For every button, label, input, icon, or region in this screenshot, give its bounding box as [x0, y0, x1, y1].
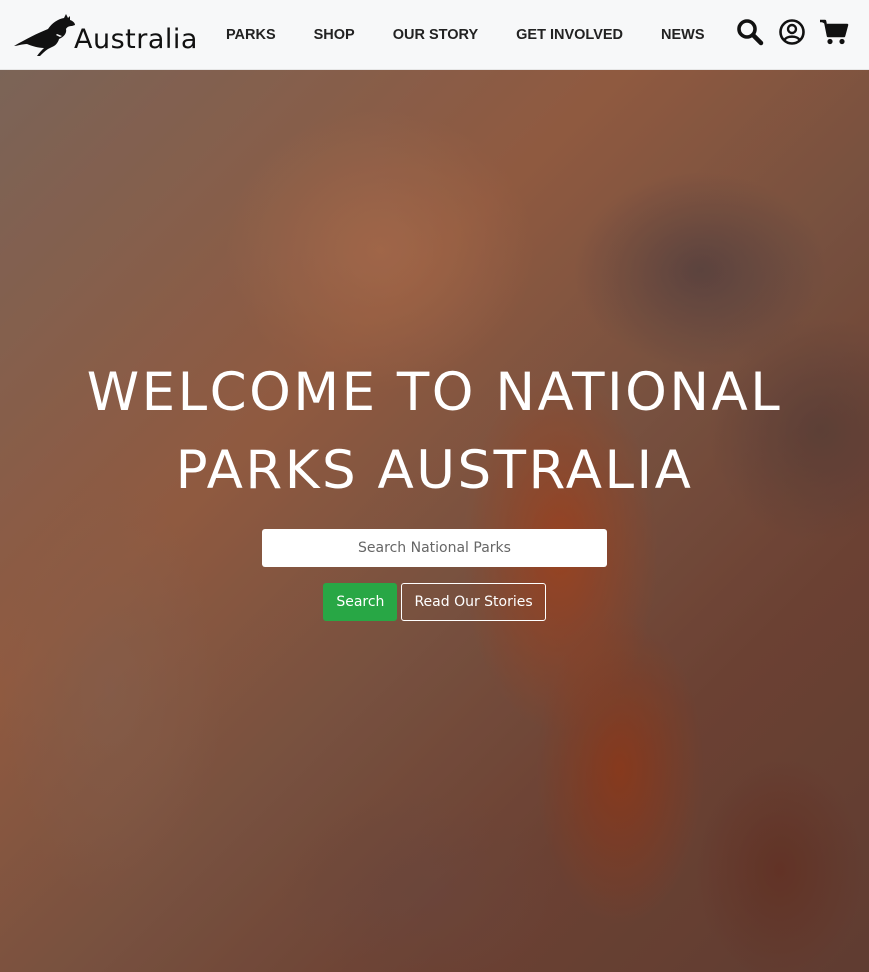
nav-link-shop[interactable]: SHOP	[314, 27, 355, 43]
hero-background-image	[0, 70, 869, 972]
cart-icon[interactable]	[819, 17, 849, 47]
hero-banner: WELCOME TO NATIONAL PARKS AUSTRALIA Sear…	[0, 70, 869, 972]
nav-link-news[interactable]: NEWS	[661, 27, 705, 43]
nav-link-get-involved[interactable]: GET INVOLVED	[516, 27, 623, 43]
park-search-input[interactable]	[262, 529, 607, 567]
brand-logo-link[interactable]: Australia	[12, 13, 198, 57]
top-navbar: Australia PARKS SHOP OUR STORY GET INVOL…	[0, 0, 869, 70]
search-icon[interactable]	[735, 17, 765, 47]
brand-name: Australia	[74, 23, 198, 55]
main-nav: PARKS SHOP OUR STORY GET INVOLVED NEWS	[226, 27, 743, 43]
nav-link-our-story[interactable]: OUR STORY	[393, 27, 478, 43]
user-circle-icon[interactable]	[777, 17, 807, 47]
nav-icon-group	[723, 17, 849, 47]
hero-actions: Search Read Our Stories	[0, 583, 869, 621]
search-button[interactable]: Search	[323, 583, 398, 621]
hero-title: WELCOME TO NATIONAL PARKS AUSTRALIA	[0, 354, 869, 510]
kangaroo-icon	[14, 13, 75, 56]
nav-link-parks[interactable]: PARKS	[226, 27, 276, 43]
read-stories-button[interactable]: Read Our Stories	[401, 583, 546, 621]
hero-title-line-2: PARKS AUSTRALIA	[175, 440, 694, 501]
hero-title-line-1: WELCOME TO NATIONAL	[86, 362, 783, 423]
